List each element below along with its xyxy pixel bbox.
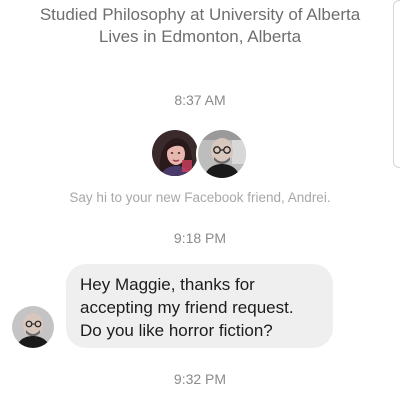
message-bubble[interactable]: Hey Maggie, thanks for accepting my frie… (66, 264, 333, 348)
scroll-indicator[interactable] (393, 0, 400, 168)
sender-avatar[interactable] (12, 306, 54, 348)
message-line: Do you like horror fiction? (80, 321, 273, 340)
timestamp: 9:32 PM (173, 371, 227, 387)
profile-education: Studied Philosophy at University of Albe… (39, 5, 361, 24)
new-friend-notice: Say hi to your new Facebook friend, Andr… (69, 190, 331, 205)
message-line: accepting my friend request. (80, 298, 294, 317)
timestamp: 9:18 PM (173, 230, 227, 246)
timestamp: 8:37 AM (174, 92, 226, 108)
messenger-conversation: Studied Philosophy at University of Albe… (0, 0, 400, 400)
profile-info: Studied Philosophy at University of Albe… (0, 4, 400, 48)
avatar-maggie[interactable] (150, 128, 200, 178)
message-line: Hey Maggie, thanks for (80, 275, 255, 294)
profile-location: Lives in Edmonton, Alberta (98, 27, 302, 46)
avatar-andrei[interactable] (196, 128, 248, 180)
